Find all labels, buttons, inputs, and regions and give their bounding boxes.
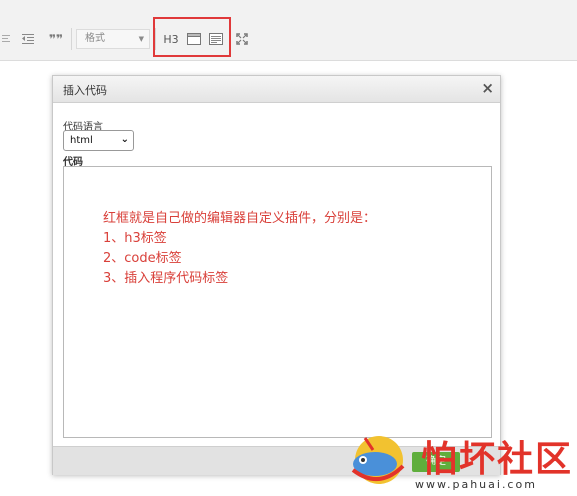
align-icon[interactable] [0, 30, 12, 48]
annotation-line: 1、h3标签 [103, 231, 167, 246]
dialog-title: 插入代码 [63, 84, 107, 97]
chevron-down-icon: ⌄ [120, 134, 129, 145]
watermark-url: www.pahuai.com [415, 478, 537, 491]
close-icon[interactable]: × [481, 79, 494, 97]
annotation-line: 红框就是自己做的编辑器自定义插件，分别是： [103, 211, 377, 226]
language-select[interactable]: html ⌄ [63, 130, 134, 151]
outdent-icon[interactable] [20, 30, 36, 48]
watermark-text: 怕坏社区 [421, 438, 574, 480]
plugin-highlight-box [153, 17, 231, 57]
fullscreen-icon[interactable] [234, 30, 250, 48]
editor-toolbar: ❞❞ 格式 ▼ H3 [0, 0, 577, 61]
format-select-label: 格式 [85, 33, 105, 44]
annotation-line: 2、code标签 [103, 251, 182, 266]
format-select[interactable]: 格式 ▼ [76, 29, 150, 49]
annotation-text: 红框就是自己做的编辑器自定义插件，分别是： 1、h3标签 2、code标签 3、… [103, 209, 376, 289]
code-textarea[interactable] [63, 166, 492, 438]
chevron-down-icon: ▼ [138, 35, 144, 43]
dialog-header: 插入代码 × [53, 76, 500, 103]
watermark-logo-icon [351, 436, 405, 484]
language-select-value: html [70, 135, 93, 146]
toolbar-separator [71, 28, 72, 50]
blockquote-icon[interactable]: ❞❞ [46, 30, 66, 48]
annotation-line: 3、插入程序代码标签 [103, 271, 229, 286]
watermark: 怕坏社区 www.pahuai.com [345, 430, 577, 496]
